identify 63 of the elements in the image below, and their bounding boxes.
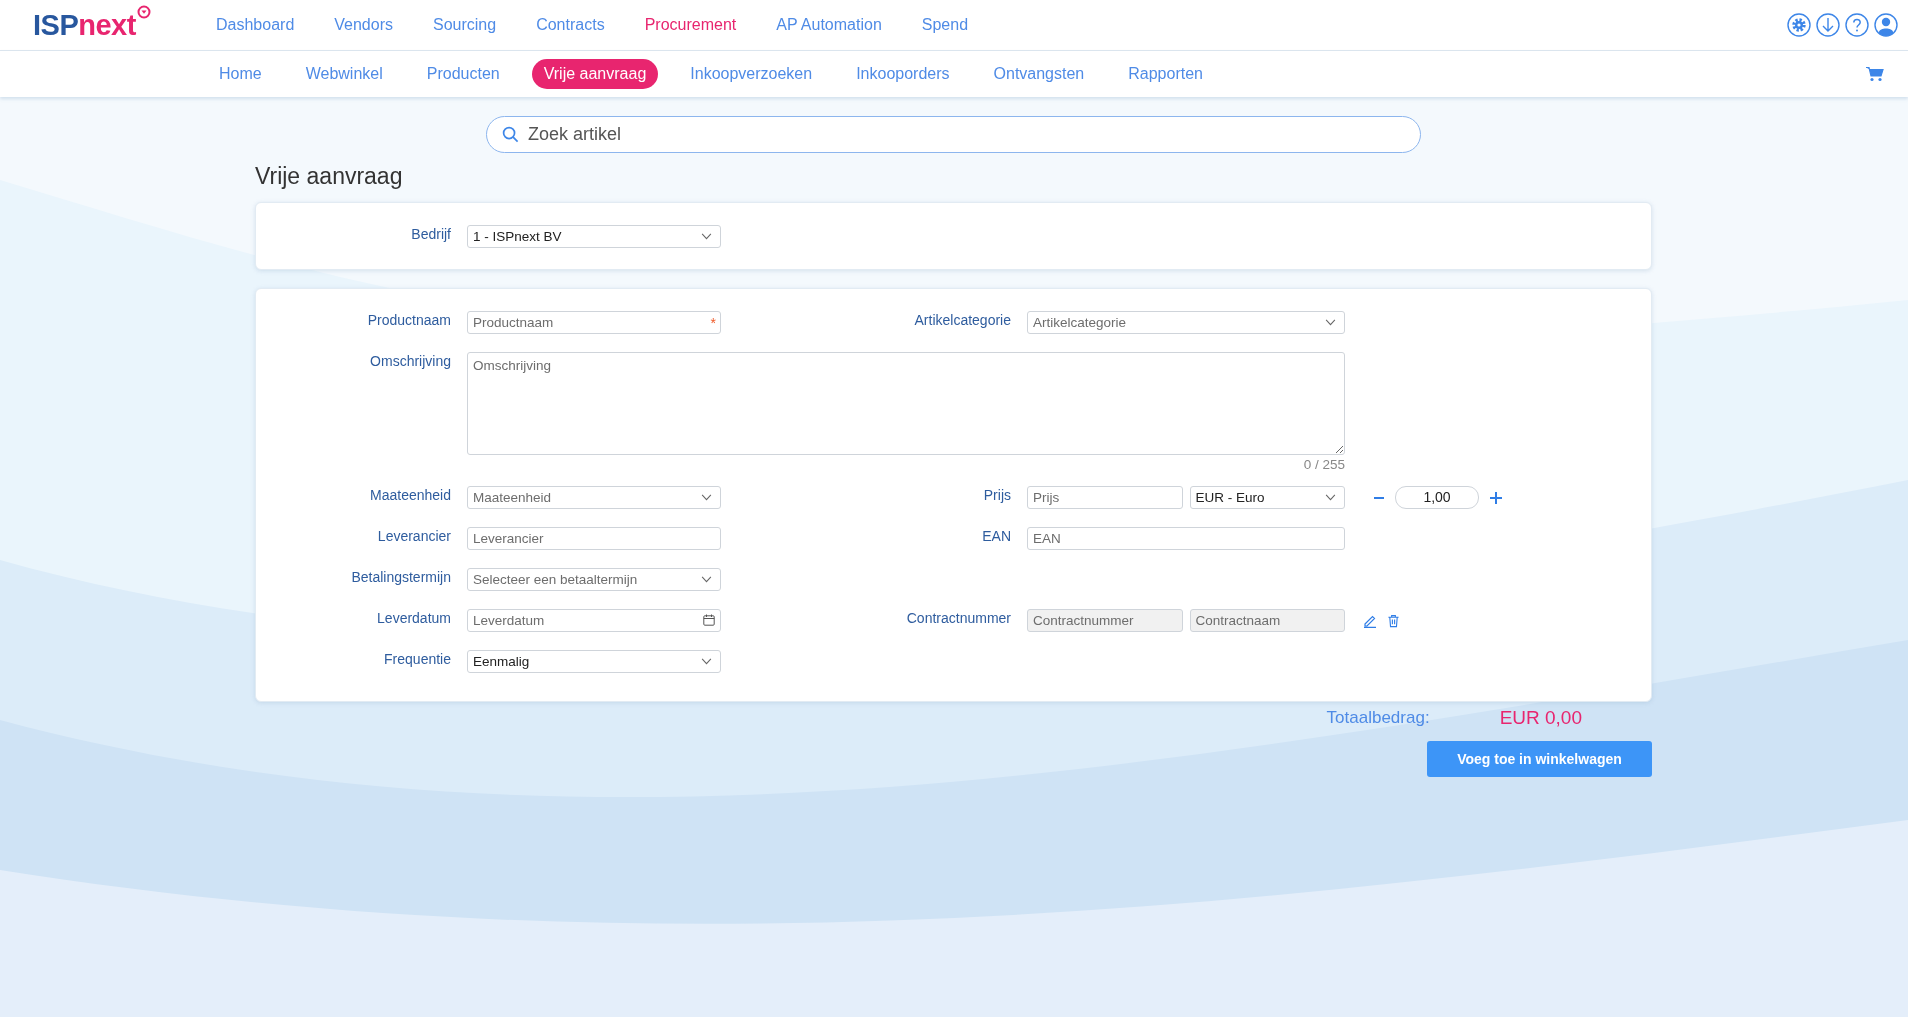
- subnav-tab[interactable]: Webwinkel: [293, 59, 395, 89]
- subnav-tab[interactable]: Vrije aanvraag: [531, 59, 659, 89]
- help-icon[interactable]: [1845, 13, 1869, 37]
- search-field[interactable]: Zoek artikel: [486, 116, 1421, 153]
- subnav-tab[interactable]: Home: [207, 59, 274, 89]
- search-icon: [502, 126, 519, 143]
- input-field[interactable]: Leverancier: [467, 527, 721, 550]
- subnav-tab[interactable]: Inkooporders: [844, 59, 962, 89]
- chevron-down-icon: [701, 658, 712, 665]
- nav-tab[interactable]: AP Automation: [776, 16, 882, 34]
- field-label: Betalingstermijn: [350, 568, 451, 585]
- field-label: Maateenheid: [369, 486, 451, 503]
- chevron-down-icon: [701, 233, 712, 240]
- select-field[interactable]: Selecteer een betaaltermijn: [467, 568, 721, 591]
- delete-icon[interactable]: [1387, 613, 1400, 628]
- nav-tab[interactable]: Procurement: [644, 16, 737, 34]
- nav-tab[interactable]: Dashboard: [216, 16, 295, 34]
- field-label: Frequentie: [383, 650, 451, 667]
- chevron-down-icon: [701, 494, 712, 501]
- field-label: Omschrijving: [369, 352, 451, 369]
- required-mark: *: [710, 315, 716, 331]
- chevron-down-icon: [701, 576, 712, 583]
- nav-tab[interactable]: Spend: [921, 16, 969, 34]
- settings-icon[interactable]: [1787, 13, 1811, 37]
- field-label: Productnaam: [366, 311, 451, 328]
- total-label: Totaalbedrag:: [1326, 708, 1430, 728]
- page-title: Vrije aanvraag: [255, 163, 404, 190]
- cart-icon[interactable]: [1866, 66, 1884, 82]
- field-label: Artikelcategorie: [913, 311, 1011, 328]
- field-label: Leverancier: [376, 527, 451, 544]
- subnav-tab[interactable]: Ontvangsten: [981, 59, 1097, 89]
- subnav-tab[interactable]: Producten: [414, 59, 512, 89]
- add-to-cart-button[interactable]: Voeg toe in winkelwagen: [1427, 741, 1652, 777]
- calendar-icon[interactable]: [703, 614, 715, 626]
- character-counter: 0 / 255: [1302, 457, 1345, 472]
- description-textarea[interactable]: Omschrijving: [467, 352, 1345, 455]
- date-field[interactable]: Leverdatum: [467, 609, 721, 632]
- logo[interactable]: ISPnext: [33, 8, 183, 42]
- field-label: Leverdatum: [376, 609, 451, 626]
- select-field[interactable]: Maateenheid: [467, 486, 721, 509]
- field-label: Prijs: [982, 486, 1011, 503]
- field-label: Contractnummer: [905, 609, 1011, 626]
- total-amount: EUR 0,00: [1499, 707, 1582, 729]
- nav-tab[interactable]: Sourcing: [433, 16, 497, 34]
- user-icon[interactable]: [1874, 13, 1898, 37]
- plus-icon[interactable]: [1489, 490, 1503, 505]
- edit-icon[interactable]: [1363, 613, 1377, 628]
- quantity-field[interactable]: 1,00: [1395, 486, 1479, 509]
- field-label: Bedrijf: [410, 225, 451, 242]
- chevron-down-icon: [1325, 494, 1336, 501]
- nav-tab[interactable]: Vendors: [334, 16, 393, 34]
- download-icon[interactable]: [1816, 13, 1840, 37]
- nav-tab[interactable]: Contracts: [536, 16, 605, 34]
- select-field[interactable]: EUR - Euro: [1189, 486, 1345, 509]
- input-field[interactable]: Prijs: [1027, 486, 1183, 509]
- field-label: EAN: [981, 527, 1011, 544]
- select-field[interactable]: 1 - ISPnext BV: [467, 225, 721, 248]
- select-field[interactable]: Eenmalig: [467, 650, 721, 673]
- select-field[interactable]: Artikelcategorie: [1027, 311, 1345, 334]
- chevron-down-icon: [1325, 319, 1336, 326]
- subnav-tab[interactable]: Inkoopverzoeken: [678, 59, 825, 89]
- subnav-tab[interactable]: Rapporten: [1116, 59, 1215, 89]
- input-field[interactable]: EAN: [1027, 527, 1345, 550]
